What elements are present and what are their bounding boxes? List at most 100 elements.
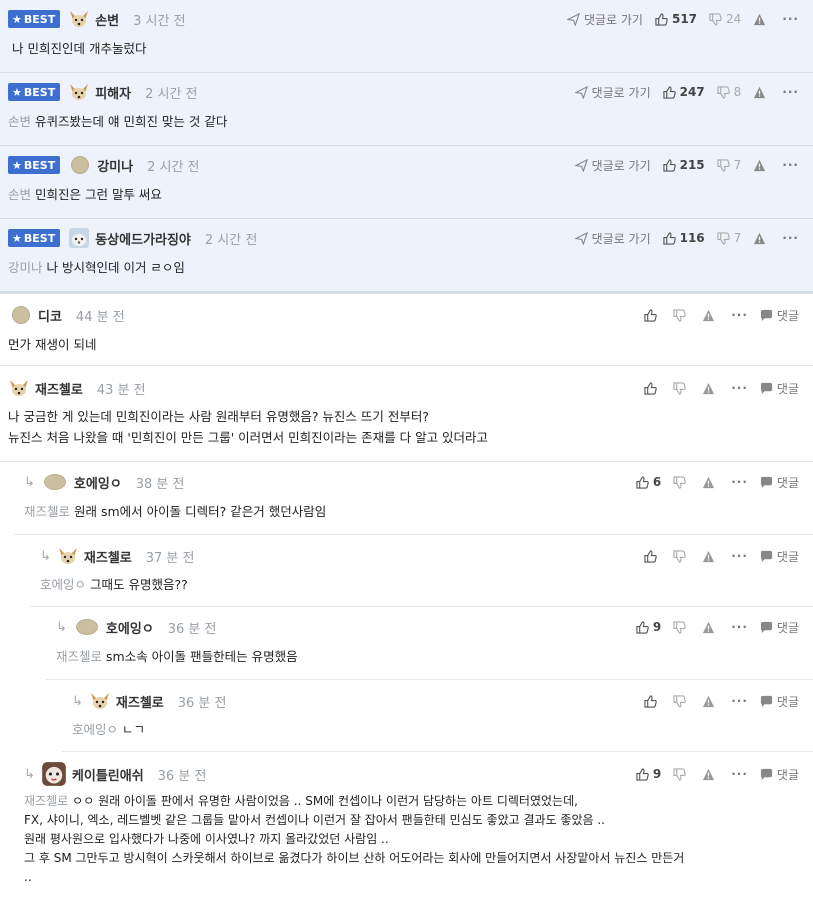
blob-avatar-icon[interactable]	[71, 156, 90, 174]
report-button[interactable]	[702, 476, 719, 489]
dislike-button[interactable]	[673, 381, 690, 395]
more-icon[interactable]: ···	[782, 158, 799, 172]
dislike-button[interactable]	[673, 767, 690, 781]
comment-mention[interactable]: 재즈첼로	[24, 504, 70, 519]
dog-avatar-icon[interactable]	[57, 545, 79, 567]
comment-author[interactable]: 재즈첼로	[116, 692, 164, 711]
comment-author[interactable]: 피해자	[95, 83, 131, 102]
comment-author[interactable]: 강미나	[97, 156, 133, 175]
comment-author[interactable]: 호에잉ㅇ	[106, 618, 154, 637]
like-button[interactable]: 6	[636, 475, 661, 489]
report-button[interactable]	[753, 159, 770, 172]
dislike-button[interactable]: 8	[717, 85, 741, 99]
more-icon[interactable]: ···	[731, 381, 748, 395]
comment-author[interactable]: 호에잉ㅇ	[74, 473, 122, 492]
more-icon[interactable]: ···	[731, 475, 748, 489]
pet-avatar-icon[interactable]	[68, 227, 90, 249]
like-button[interactable]: 9	[636, 767, 661, 781]
more-icon[interactable]: ···	[731, 549, 748, 563]
report-button[interactable]	[753, 13, 770, 26]
send-icon	[574, 231, 588, 245]
dislike-button[interactable]: 7	[717, 231, 741, 245]
comment-author[interactable]: 재즈첼로	[84, 547, 132, 566]
comment-author[interactable]: 디코	[38, 306, 62, 325]
comment-author[interactable]: 케이틀린애쉬	[72, 765, 144, 784]
more-icon[interactable]: ···	[731, 308, 748, 322]
reply-button[interactable]: 댓글	[760, 766, 799, 783]
report-button[interactable]	[753, 232, 770, 245]
dislike-button[interactable]	[673, 694, 690, 708]
report-button[interactable]	[702, 695, 719, 708]
report-button[interactable]	[702, 309, 719, 322]
comment-author[interactable]: 동상에드가라징야	[95, 229, 191, 248]
goto-reply-link[interactable]: 댓글로 가기	[574, 157, 651, 174]
dislike-button[interactable]: 24	[709, 12, 741, 26]
goto-reply-link[interactable]: 댓글로 가기	[574, 84, 651, 101]
comment-mention[interactable]: 손변	[8, 187, 31, 202]
goto-reply-link[interactable]: 댓글로 가기	[566, 11, 643, 28]
comment: 디코 44 분 전 ··· 댓글 먼가 재생이 되네	[0, 294, 813, 366]
report-button[interactable]	[702, 768, 719, 781]
report-button[interactable]	[702, 621, 719, 634]
more-icon[interactable]: ···	[782, 85, 799, 99]
like-button[interactable]: 9	[636, 620, 661, 634]
comment-time: 38 분 전	[135, 476, 185, 492]
comment-mention[interactable]: 재즈첼로	[56, 649, 102, 664]
thumbs-up-icon	[644, 549, 657, 563]
like-button[interactable]: 247	[662, 85, 705, 99]
dog-avatar-icon[interactable]	[89, 690, 111, 712]
best-comment: ★ BEST 피해자 2 시간 전 댓글로 가기 247 8 ··· 손변 유퀴즈봤…	[0, 73, 813, 146]
blob-avatar-icon[interactable]	[75, 619, 98, 635]
dislike-button[interactable]	[673, 620, 690, 634]
comment-mention[interactable]: 호에잉ㅇ	[40, 577, 86, 592]
like-button[interactable]	[644, 549, 661, 563]
reply-button[interactable]: 댓글	[760, 307, 799, 324]
like-button[interactable]: 116	[662, 231, 705, 245]
reply-button[interactable]: 댓글	[760, 693, 799, 710]
reply-button[interactable]: 댓글	[760, 548, 799, 565]
speech-bubble-icon	[760, 382, 772, 394]
best-comment: ★ BEST 동상에드가라징야 2 시간 전 댓글로 가기 116 7 ··· 강…	[0, 219, 813, 294]
dog-avatar-icon[interactable]	[68, 8, 90, 30]
send-icon	[574, 85, 588, 99]
more-icon[interactable]: ···	[782, 231, 799, 245]
reply-button[interactable]: 댓글	[760, 380, 799, 397]
reply-arrow-icon: ↳	[24, 766, 35, 782]
like-button[interactable]: 215	[662, 158, 705, 172]
reply-button[interactable]: 댓글	[760, 619, 799, 636]
dog-avatar-icon[interactable]	[68, 81, 90, 103]
blob-avatar-icon[interactable]	[12, 306, 30, 324]
reply-arrow-icon: ↳	[72, 693, 83, 709]
cat-avatar-icon[interactable]	[41, 761, 67, 787]
more-icon[interactable]: ···	[731, 767, 748, 781]
blob-avatar-icon[interactable]	[43, 474, 66, 490]
comment-mention[interactable]: 손변	[8, 114, 31, 129]
like-button[interactable]	[644, 308, 661, 322]
comment-text: 먼가 재생이 되네	[8, 337, 97, 352]
dislike-button[interactable]	[673, 549, 690, 563]
report-button[interactable]	[702, 382, 719, 395]
warning-icon	[703, 695, 715, 707]
like-button[interactable]	[644, 694, 661, 708]
reply-button[interactable]: 댓글	[760, 474, 799, 491]
thumbs-up-icon	[655, 12, 668, 26]
comment-mention[interactable]: 호에잉ㅇ	[72, 722, 118, 737]
like-button[interactable]: 517	[655, 12, 697, 26]
comment-author[interactable]: 재즈첼로	[35, 379, 83, 398]
more-icon[interactable]: ···	[782, 12, 799, 26]
comment-mention[interactable]: 강미나	[8, 260, 43, 275]
more-icon[interactable]: ···	[731, 694, 748, 708]
report-button[interactable]	[753, 86, 770, 99]
comment-author[interactable]: 손변	[95, 10, 119, 29]
like-button[interactable]	[644, 381, 661, 395]
dislike-button[interactable]	[673, 308, 690, 322]
dislike-button[interactable]: 7	[717, 158, 741, 172]
more-icon[interactable]: ···	[731, 620, 748, 634]
dislike-button[interactable]	[673, 475, 690, 489]
dog-avatar-icon[interactable]	[8, 377, 30, 399]
goto-reply-link[interactable]: 댓글로 가기	[574, 230, 651, 247]
thumbs-down-icon	[673, 549, 686, 563]
comment-mention[interactable]: 재즈첼로	[24, 794, 68, 808]
report-button[interactable]	[702, 550, 719, 563]
comment-text: 민희진은 그런 말투 써요	[35, 187, 162, 202]
